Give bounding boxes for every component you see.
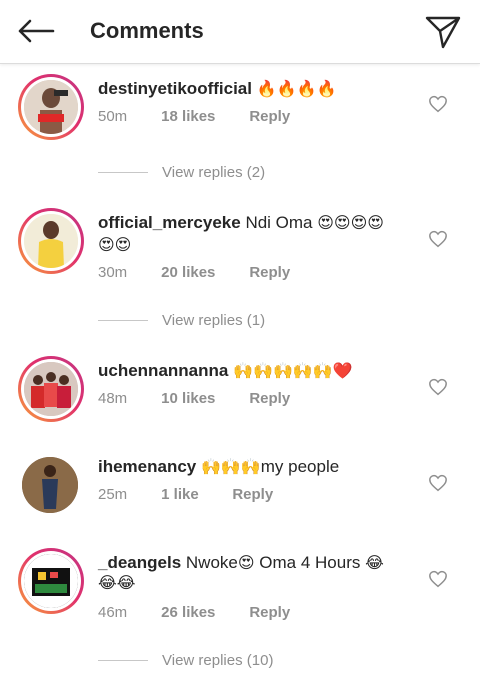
view-replies-button[interactable]: View replies (2)	[98, 162, 265, 182]
comment-emoji-2: 😂	[365, 553, 384, 572]
comment-username[interactable]: ihemenancy	[98, 457, 196, 476]
comment-likes[interactable]: 26 likes	[161, 604, 245, 621]
view-replies-label: View replies (1)	[162, 311, 266, 329]
reply-button[interactable]: Reply	[249, 604, 290, 621]
comment-meta: 30m 20 likes Reply	[98, 264, 290, 281]
comment-emoji: 🙌🙌🙌	[201, 457, 261, 476]
comment-text: ihemenancy 🙌🙌🙌my people	[98, 456, 339, 478]
comment-emoji-line: 😍😍	[98, 235, 132, 254]
avatar[interactable]	[18, 74, 84, 140]
page-title: Comments	[90, 18, 204, 43]
comment-text: _deangels Nwoke😍 Oma 4 Hours 😂	[98, 552, 384, 574]
avatar[interactable]	[18, 548, 84, 614]
comment-time: 48m	[98, 390, 128, 407]
heart-icon[interactable]	[428, 230, 448, 248]
header-bar: Comments	[0, 0, 480, 64]
divider	[98, 659, 148, 661]
avatar[interactable]	[18, 356, 84, 422]
comment-username[interactable]: destinyetikoofficial	[98, 79, 252, 98]
arrow-left-icon	[18, 19, 55, 43]
comment-meta: 46m 26 likes Reply	[98, 604, 290, 621]
heart-icon[interactable]	[428, 378, 448, 396]
comment-emoji: 😍😍😍😍	[317, 213, 384, 232]
comment-emoji: 🔥🔥🔥🔥	[256, 79, 337, 98]
comment-time: 46m	[98, 604, 128, 621]
comment-time: 30m	[98, 264, 128, 281]
comment-body: Nwoke	[185, 553, 238, 572]
comment-body: Ndi Oma	[245, 213, 313, 232]
comment-meta: 25m 1 like Reply	[98, 486, 273, 503]
comment-item: official_mercyeke Ndi Oma 😍😍😍😍 😍😍 30m 20…	[0, 208, 480, 338]
heart-icon[interactable]	[428, 474, 448, 492]
comment-emoji: 🙌🙌🙌🙌🙌❤️	[233, 361, 353, 380]
comment-item: destinyetikoofficial 🔥🔥🔥🔥 50m 18 likes R…	[0, 72, 480, 188]
comment-text: official_mercyeke Ndi Oma 😍😍😍😍	[98, 212, 384, 234]
paper-plane-icon	[425, 16, 461, 49]
view-replies-button[interactable]: View replies (1)	[98, 310, 265, 330]
comment-emoji-line: 😂😂	[98, 573, 136, 592]
share-button[interactable]	[420, 10, 466, 54]
comment-emoji: 😍	[237, 553, 255, 572]
divider	[98, 171, 148, 173]
comment-username[interactable]: official_mercyeke	[98, 213, 241, 232]
comment-item: uchennannanna 🙌🙌🙌🙌🙌❤️ 48m 10 likes Reply	[0, 356, 480, 436]
reply-button[interactable]: Reply	[249, 108, 290, 125]
comment-meta: 50m 18 likes Reply	[98, 108, 290, 125]
avatar[interactable]	[22, 457, 78, 513]
comment-body-2: Oma 4 Hours	[259, 553, 361, 572]
comment-body: my people	[260, 457, 340, 476]
comment-username[interactable]: _deangels	[98, 553, 181, 572]
avatar[interactable]	[18, 208, 84, 274]
reply-button[interactable]: Reply	[249, 390, 290, 407]
comment-text: destinyetikoofficial 🔥🔥🔥🔥	[98, 78, 336, 100]
heart-icon[interactable]	[428, 570, 448, 588]
view-replies-button[interactable]: View replies (10)	[98, 650, 273, 670]
heart-icon[interactable]	[428, 95, 448, 113]
comment-likes[interactable]: 18 likes	[161, 108, 245, 125]
view-replies-label: View replies (10)	[162, 651, 274, 669]
comment-likes[interactable]: 10 likes	[161, 390, 245, 407]
view-replies-label: View replies (2)	[162, 163, 266, 181]
comment-meta: 48m 10 likes Reply	[98, 390, 290, 407]
reply-button[interactable]: Reply	[232, 486, 273, 503]
divider	[98, 319, 148, 321]
comment-item: ihemenancy 🙌🙌🙌my people 25m 1 like Reply	[0, 454, 480, 524]
comment-likes[interactable]: 1 like	[161, 486, 228, 503]
comment-time: 25m	[98, 486, 128, 503]
comment-time: 50m	[98, 108, 128, 125]
comment-item: _deangels Nwoke😍 Oma 4 Hours 😂 😂😂 46m 26…	[0, 548, 480, 678]
reply-button[interactable]: Reply	[249, 264, 290, 281]
comment-likes[interactable]: 20 likes	[161, 264, 245, 281]
comment-text: uchennannanna 🙌🙌🙌🙌🙌❤️	[98, 360, 353, 382]
comment-username[interactable]: uchennannanna	[98, 361, 228, 380]
back-button[interactable]	[14, 13, 58, 49]
